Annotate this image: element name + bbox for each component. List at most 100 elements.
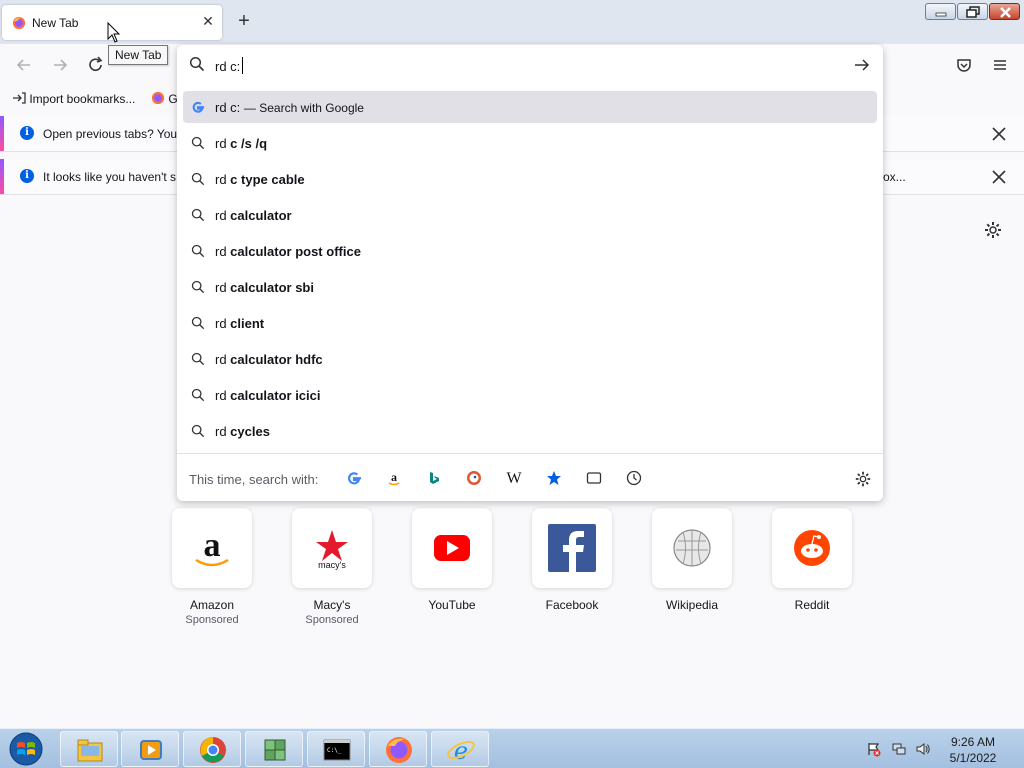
network-icon[interactable] — [891, 741, 907, 757]
suggestion-completion: calculator — [230, 208, 292, 223]
one-off-label: This time, search with: — [189, 472, 319, 487]
suggestion-prefix: rd — [215, 136, 231, 151]
top-site-name: Facebook — [545, 598, 599, 612]
top-site-reddit[interactable]: Reddit — [772, 508, 852, 612]
taskbar-internet-explorer[interactable]: e — [431, 731, 489, 767]
bing-engine-icon[interactable] — [425, 470, 443, 488]
suggestion-item[interactable]: rd client — [183, 307, 877, 339]
forward-icon[interactable] — [50, 55, 70, 75]
settings-gear-icon[interactable] — [983, 220, 1003, 240]
tab-tooltip: New Tab — [108, 45, 169, 65]
suggestion-prefix: rd — [215, 424, 231, 439]
google-icon — [192, 101, 205, 113]
clock-date: 5/1/2022 — [949, 751, 997, 765]
import-icon — [13, 92, 26, 104]
minimize-icon — [935, 12, 947, 17]
top-site-tile[interactable]: a — [172, 508, 252, 588]
windows-start-icon[interactable] — [6, 731, 46, 767]
restore-button[interactable] — [957, 3, 988, 20]
svg-text:a: a — [391, 470, 397, 484]
import-bookmarks-link[interactable]: Import bookmarks... — [12, 91, 135, 106]
tabs-icon[interactable] — [585, 470, 603, 488]
notification-stripe — [0, 159, 4, 194]
svg-text:macy's: macy's — [318, 560, 346, 570]
top-site-tile[interactable] — [772, 508, 852, 588]
notification-message: Open previous tabs? You — [43, 127, 178, 141]
suggestion-prefix: rd — [215, 172, 231, 187]
close-icon[interactable] — [990, 125, 1008, 143]
tab-strip: New Tab ✕ + — [0, 0, 1024, 44]
folder-icon — [77, 739, 103, 762]
top-site-tile[interactable] — [412, 508, 492, 588]
go-arrow-icon[interactable] — [853, 56, 871, 74]
suggestion-completion: calculator post office — [230, 244, 361, 259]
amazon-logo-icon: a — [195, 527, 229, 567]
suggestion-completion: c type cable — [230, 172, 305, 187]
volume-icon[interactable] — [915, 741, 931, 757]
search-icon — [191, 388, 205, 402]
amazon-engine-icon[interactable]: a — [385, 470, 403, 488]
search-settings-gear-icon[interactable] — [854, 470, 872, 488]
google-engine-icon[interactable] — [345, 470, 363, 488]
close-tab-icon[interactable]: ✕ — [200, 13, 216, 29]
back-icon[interactable] — [14, 55, 34, 75]
youtube-logo-icon — [434, 535, 470, 561]
bookmarks-star-icon[interactable] — [545, 470, 563, 488]
top-site-youtube[interactable]: YouTube — [412, 508, 492, 612]
wikipedia-engine-icon[interactable]: W — [505, 470, 523, 488]
suggestion-item[interactable]: rd calculator icici — [183, 379, 877, 411]
suggestion-search-with-google[interactable]: rd c: — Search with Google — [183, 91, 877, 123]
suggestion-item[interactable]: rd calculator post office — [183, 235, 877, 267]
firefox-icon — [386, 737, 412, 763]
top-site-tile[interactable]: macy's — [292, 508, 372, 588]
taskbar-network-app[interactable] — [245, 731, 303, 767]
svg-text:C:\_: C:\_ — [327, 747, 342, 754]
bookmark-getting-started[interactable]: G — [151, 91, 178, 106]
svg-text:a: a — [204, 527, 221, 564]
duckduckgo-engine-icon[interactable] — [465, 470, 483, 488]
top-site-facebook[interactable]: Facebook — [532, 508, 612, 612]
top-site-wikipedia[interactable]: Wikipedia — [652, 508, 732, 612]
top-site-tile[interactable] — [532, 508, 612, 588]
search-icon — [191, 280, 205, 294]
history-clock-icon[interactable] — [625, 470, 643, 488]
suggestion-text: rd c: — [215, 100, 241, 115]
top-site-amazon[interactable]: a Amazon Sponsored — [172, 508, 252, 626]
urlbar-text[interactable]: rd c: — [215, 57, 244, 74]
search-icon — [191, 208, 205, 222]
top-site-tile[interactable] — [652, 508, 732, 588]
suggestion-item[interactable]: rd calculator hdfc — [183, 343, 877, 375]
reload-icon[interactable] — [86, 55, 106, 75]
taskbar-firefox[interactable] — [369, 731, 427, 767]
windows-taskbar: C:\_ e 9:26 AM 5/1/2022 — [0, 728, 1024, 768]
restore-icon — [966, 6, 980, 18]
taskbar-command-prompt[interactable]: C:\_ — [307, 731, 365, 767]
suggestion-item[interactable]: rd calculator sbi — [183, 271, 877, 303]
suggestion-item[interactable]: rd cycles — [183, 415, 877, 447]
top-site-name: YouTube — [428, 598, 476, 612]
suggestion-completion: c /s /q — [230, 136, 268, 151]
command-prompt-icon: C:\_ — [323, 739, 351, 761]
new-tab-button[interactable]: + — [234, 11, 254, 31]
action-center-flag-icon[interactable] — [866, 741, 882, 757]
suggestion-item[interactable]: rd calculator — [183, 199, 877, 231]
taskbar-media-player[interactable] — [121, 731, 179, 767]
pocket-icon[interactable] — [954, 55, 974, 75]
menu-icon[interactable] — [990, 55, 1010, 75]
notification-action-button[interactable]: ox... — [883, 170, 906, 184]
system-clock[interactable]: 9:26 AM 5/1/2022 — [944, 734, 1002, 766]
urlbar-input[interactable]: rd c: — [177, 45, 883, 85]
chrome-icon — [200, 737, 226, 763]
suggestion-item[interactable]: rd c /s /q — [183, 127, 877, 159]
top-site-macys[interactable]: macy's Macy's Sponsored — [292, 508, 372, 626]
suggestion-item[interactable]: rd c type cable — [183, 163, 877, 195]
macys-star-icon: macy's — [316, 530, 348, 570]
taskbar-explorer[interactable] — [60, 731, 118, 767]
suggestion-prefix: rd — [215, 208, 231, 223]
top-site-name: Reddit — [794, 598, 830, 612]
minimize-button[interactable] — [925, 3, 956, 20]
taskbar-chrome[interactable] — [183, 731, 241, 767]
urlbar-popup: rd c: rd c: — Search with Google rd c /s… — [177, 45, 883, 501]
close-icon[interactable] — [990, 168, 1008, 186]
close-window-button[interactable] — [989, 3, 1020, 20]
